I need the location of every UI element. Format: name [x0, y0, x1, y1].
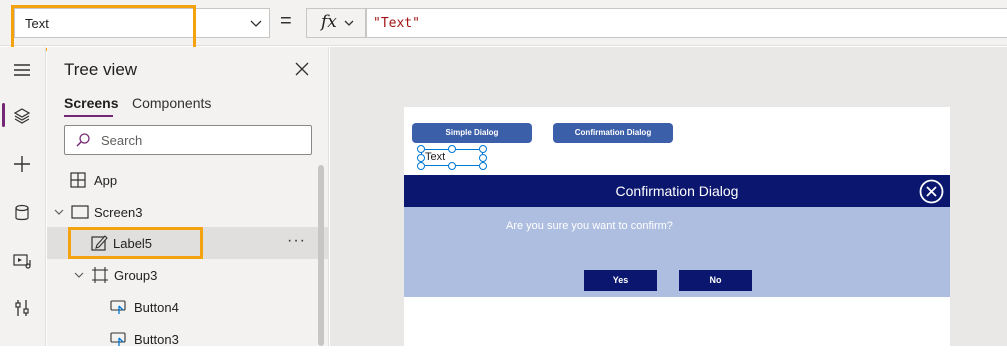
- tools-icon[interactable]: [11, 297, 33, 319]
- tree-item-button4[interactable]: Button4: [47, 291, 319, 323]
- property-highlight: [11, 5, 196, 51]
- chevron-down-icon: [250, 20, 262, 27]
- rail-active-indicator: [2, 103, 5, 127]
- database-icon[interactable]: [11, 202, 33, 224]
- close-icon[interactable]: [294, 61, 310, 77]
- tree-item-label: Screen3: [94, 205, 143, 220]
- resize-handle[interactable]: [417, 154, 425, 162]
- button-icon: [110, 300, 126, 314]
- resize-handle[interactable]: [479, 154, 487, 162]
- fx-icon: fx: [321, 12, 337, 32]
- chevron-down-icon: [54, 209, 64, 215]
- resize-handle[interactable]: [479, 145, 487, 153]
- tab-components[interactable]: Components: [132, 95, 211, 111]
- dialog-header: Confirmation Dialog: [404, 175, 950, 207]
- resize-handle[interactable]: [479, 162, 487, 170]
- tree-item-screen3[interactable]: Screen3: [47, 196, 319, 228]
- screen-icon: [71, 205, 89, 219]
- more-options-icon[interactable]: ···: [287, 232, 306, 250]
- resize-handle[interactable]: [417, 162, 425, 170]
- tab-screens[interactable]: Screens: [64, 95, 118, 111]
- hamburger-icon[interactable]: [11, 59, 33, 81]
- app-screen[interactable]: Simple Dialog Confirmation Dialog Text C…: [404, 107, 950, 346]
- formula-input[interactable]: "Text": [366, 8, 1007, 38]
- tree-view-title: Tree view: [64, 60, 138, 79]
- tree-scrollbar[interactable]: [318, 165, 324, 346]
- app-icon: [70, 172, 86, 188]
- left-rail: [0, 47, 46, 346]
- yes-button[interactable]: Yes: [584, 270, 657, 291]
- dialog-title: Confirmation Dialog: [615, 183, 739, 199]
- media-icon[interactable]: [11, 250, 33, 272]
- dialog-body: Are you sure you want to confirm? Yes No: [404, 207, 950, 297]
- tree-item-group3[interactable]: Group3: [47, 259, 319, 291]
- chevron-down-icon: [344, 20, 354, 26]
- tree-item-button3[interactable]: Button3: [47, 323, 319, 355]
- equals-sign: =: [280, 10, 292, 32]
- tree-item-label: Button3: [134, 332, 179, 347]
- group-icon: [92, 267, 108, 283]
- fx-button[interactable]: fx: [306, 8, 366, 38]
- canvas-area: Simple Dialog Confirmation Dialog Text C…: [330, 47, 1007, 346]
- search-input[interactable]: Search: [64, 125, 312, 155]
- tree-item-label: App: [94, 173, 118, 188]
- button-icon: [110, 332, 126, 346]
- layers-icon[interactable]: [11, 105, 33, 127]
- tree-item-label: Group3: [114, 268, 158, 283]
- plus-icon[interactable]: [11, 153, 33, 175]
- label-text: Text: [425, 151, 446, 163]
- confirmation-dialog-button[interactable]: Confirmation Dialog: [553, 123, 673, 143]
- resize-handle[interactable]: [417, 145, 425, 153]
- tree-view-panel: Tree view Screens Components Search App …: [47, 47, 329, 347]
- formula-text: "Text": [373, 16, 420, 31]
- label5-highlight: [68, 227, 203, 259]
- tab-underline: [64, 115, 113, 117]
- tree-item-label: Button4: [134, 300, 179, 315]
- chevron-down-icon: [74, 272, 84, 278]
- simple-dialog-button[interactable]: Simple Dialog: [412, 123, 532, 143]
- no-button[interactable]: No: [679, 270, 752, 291]
- search-placeholder: Search: [101, 133, 143, 148]
- dialog-message: Are you sure you want to confirm?: [506, 220, 673, 232]
- close-circle-icon[interactable]: [919, 179, 944, 204]
- resize-handle[interactable]: [448, 145, 456, 153]
- resize-handle[interactable]: [448, 162, 456, 170]
- search-icon: [76, 133, 90, 147]
- tree-item-app[interactable]: App: [47, 164, 319, 196]
